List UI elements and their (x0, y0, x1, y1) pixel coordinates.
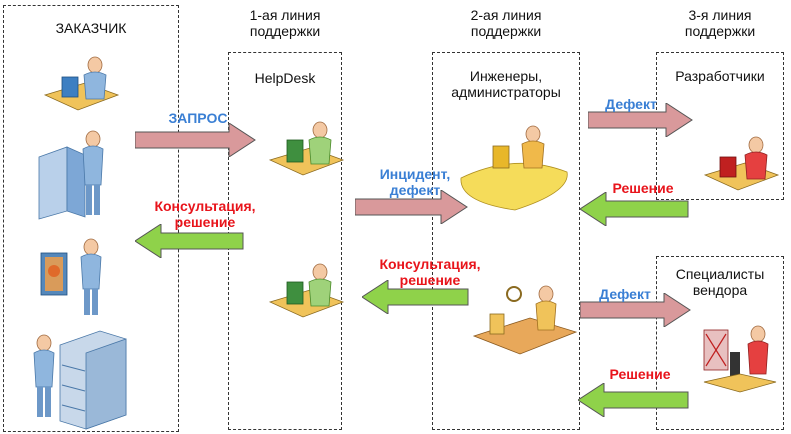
customer-server-admin-icon (33, 330, 127, 430)
customer-title: ЗАКАЗЧИК (55, 20, 127, 36)
helpdesk-operator1-icon (268, 121, 345, 176)
solution2-label: Решение (609, 366, 671, 382)
request-label: ЗАПРОС (168, 110, 228, 126)
helpdesk-operator2-icon (268, 263, 345, 318)
helpdesk-box (228, 52, 342, 430)
engineers-label: Инженеры, администраторы (451, 68, 561, 100)
defect2-label: Дефект (599, 286, 651, 302)
engineer-workstation-icon (460, 125, 568, 211)
vendor-specialist-icon (703, 325, 777, 393)
customer-pc-user-icon (43, 56, 120, 111)
engineers-box (432, 52, 580, 430)
helpdesk-label: HelpDesk (254, 70, 316, 86)
request-arrow (135, 123, 256, 157)
line2-title: 2-ая линия поддержки (470, 7, 542, 39)
line1-title: 1-ая линия поддержки (249, 7, 321, 39)
developer-icon (703, 136, 780, 191)
engineer-inspection-icon (472, 285, 578, 355)
line3-title: 3-я линия поддержки (684, 7, 756, 39)
consult1-label: Консультация, решение (154, 198, 256, 230)
solution1-label: Решение (612, 180, 674, 196)
developers-label: Разработчики (675, 68, 765, 84)
solution1-arrow (580, 192, 689, 226)
solution2-arrow (578, 383, 689, 417)
defect1-label: Дефект (605, 96, 657, 112)
customer-presenter-icon (40, 238, 102, 315)
customer-kiosk-user-icon (38, 130, 104, 220)
